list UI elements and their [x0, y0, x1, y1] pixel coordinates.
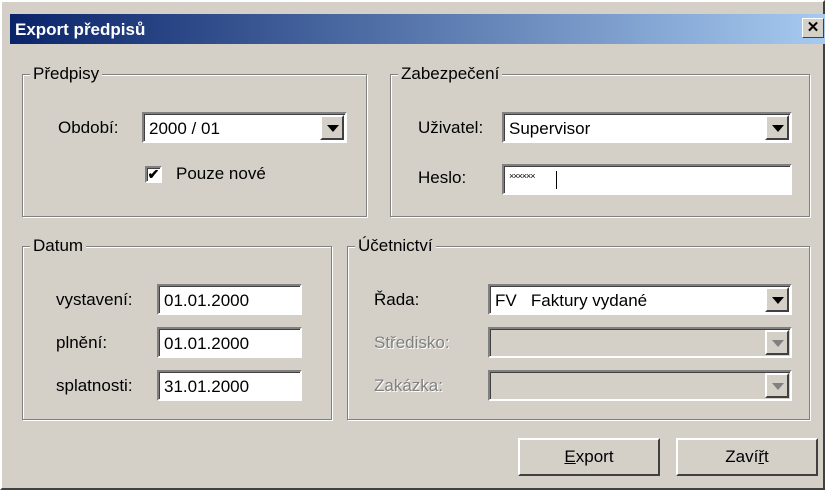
chevron-down-icon: [772, 297, 784, 304]
zavrit-button-label: Zavířt: [725, 447, 768, 466]
plneni-value: 01.01.2000: [164, 334, 250, 353]
export-button-label: Export: [564, 447, 613, 466]
splatnosti-field[interactable]: 31.01.2000: [157, 370, 302, 401]
uzivatel-label: Uživatel:: [418, 118, 484, 137]
export-label-suffix: xport: [575, 447, 614, 466]
uzivatel-value: Supervisor: [509, 119, 591, 138]
window-title: Export předpisů: [15, 20, 146, 39]
close-button[interactable]: ✕: [802, 18, 824, 38]
uzivatel-select[interactable]: Supervisor: [502, 112, 792, 143]
stredisko-select[interactable]: [488, 327, 792, 358]
rada-label: Řada:: [374, 290, 420, 309]
heslo-value: ××××××: [509, 171, 536, 181]
obdobi-label: Období:: [58, 118, 119, 137]
close-icon: ✕: [806, 19, 820, 36]
zavrit-label-prefix: Zaví: [725, 447, 759, 466]
stredisko-dropdown-button[interactable]: [765, 330, 789, 355]
datum-legend: Datum: [30, 236, 87, 256]
obdobi-select[interactable]: 2000 / 01: [142, 112, 347, 143]
rada-select[interactable]: FV Faktury vydané: [488, 284, 792, 315]
predpisy-group: Předpisy: [22, 64, 367, 217]
zabezpeceni-legend: Zabezpečení: [398, 64, 503, 84]
stredisko-label: Středisko:: [374, 333, 450, 352]
splatnosti-label: splatnosti:: [56, 376, 133, 395]
chevron-down-icon: [772, 340, 784, 347]
obdobi-value: 2000 / 01: [149, 119, 220, 138]
zavrit-label-suffix: t: [764, 447, 769, 466]
checkmark-icon: ✔: [147, 166, 160, 182]
chevron-down-icon: [772, 383, 784, 390]
text-caret: [556, 171, 557, 189]
rada-dropdown-button[interactable]: [765, 287, 789, 312]
vystaveni-value: 01.01.2000: [164, 291, 250, 310]
export-button[interactable]: Export: [518, 438, 660, 476]
rada-value: FV Faktury vydané: [495, 291, 648, 310]
plneni-field[interactable]: 01.01.2000: [157, 327, 302, 358]
zavrit-button[interactable]: Zavířt: [676, 438, 818, 476]
chevron-down-icon: [327, 125, 339, 132]
title-bar[interactable]: Export předpisů ✕: [10, 14, 825, 44]
pouze-nove-checkbox[interactable]: ✔: [145, 166, 162, 183]
heslo-label: Heslo:: [418, 168, 467, 187]
export-dialog: Export předpisů ✕ Předpisy Období: 2000 …: [0, 0, 825, 490]
zabezpeceni-group: Zabezpečení: [390, 64, 810, 217]
zakazka-label: Zakázka:: [374, 376, 443, 395]
ucetnictvi-legend: Účetnictví: [355, 236, 436, 256]
pouze-nove-label[interactable]: Pouze nové: [176, 164, 266, 184]
predpisy-legend: Předpisy: [30, 64, 103, 84]
export-label-accel: E: [564, 447, 576, 466]
zakazka-dropdown-button[interactable]: [765, 373, 789, 398]
chevron-down-icon: [772, 125, 784, 132]
vystaveni-field[interactable]: 01.01.2000: [157, 284, 302, 315]
heslo-field[interactable]: ××××××: [502, 164, 792, 195]
obdobi-dropdown-button[interactable]: [320, 115, 344, 140]
vystaveni-label: vystavení:: [56, 290, 133, 309]
uzivatel-dropdown-button[interactable]: [765, 115, 789, 140]
splatnosti-value: 31.01.2000: [164, 377, 250, 396]
zakazka-select[interactable]: [488, 370, 792, 401]
plneni-label: plnění:: [56, 333, 108, 352]
